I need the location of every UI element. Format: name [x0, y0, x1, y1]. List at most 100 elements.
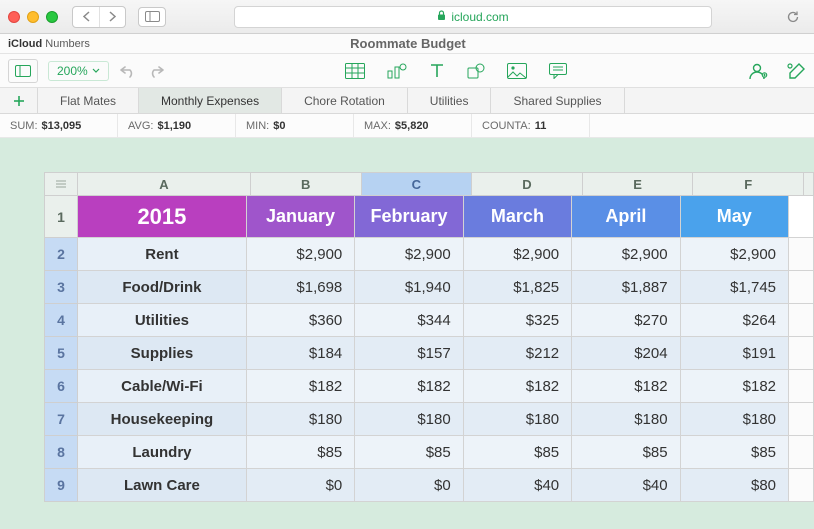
data-cell[interactable]: $1,745: [681, 271, 789, 304]
row-header[interactable]: 1: [44, 196, 78, 238]
format-panel-button[interactable]: [786, 59, 806, 83]
redo-button[interactable]: [147, 59, 165, 83]
collaborate-button[interactable]: [748, 59, 768, 83]
text-insert-button[interactable]: [429, 59, 445, 83]
media-insert-button[interactable]: [507, 59, 527, 83]
address-bar[interactable]: icloud.com: [234, 6, 712, 28]
row-header[interactable]: 3: [44, 271, 78, 304]
table-row: Laundry$85$85$85$85$85: [78, 436, 814, 469]
data-cell[interactable]: $182: [355, 370, 463, 403]
row-label-cell[interactable]: Lawn Care: [78, 469, 247, 502]
chart-insert-button[interactable]: [387, 59, 407, 83]
month-header-cell[interactable]: May: [681, 196, 789, 238]
column-header[interactable]: E: [583, 172, 694, 196]
column-headers: ABCDEF: [78, 172, 814, 196]
data-cell[interactable]: $85: [681, 436, 789, 469]
month-header-cell[interactable]: January: [247, 196, 355, 238]
month-header-cell[interactable]: February: [355, 196, 463, 238]
zoom-window-button[interactable]: [46, 11, 58, 23]
sheet-tab[interactable]: Utilities: [408, 88, 492, 113]
data-cell[interactable]: $180: [572, 403, 680, 436]
row-label-cell[interactable]: Utilities: [78, 304, 247, 337]
data-cell[interactable]: $184: [247, 337, 355, 370]
column-header[interactable]: F: [693, 172, 804, 196]
row-label-cell[interactable]: Supplies: [78, 337, 247, 370]
row-label-cell[interactable]: Food/Drink: [78, 271, 247, 304]
data-cell[interactable]: $182: [247, 370, 355, 403]
column-header[interactable]: D: [472, 172, 583, 196]
sheet-tab[interactable]: Shared Supplies: [491, 88, 624, 113]
undo-button[interactable]: [119, 59, 137, 83]
row-header[interactable]: 7: [44, 403, 78, 436]
data-cell[interactable]: $1,940: [355, 271, 463, 304]
shape-insert-button[interactable]: [467, 59, 485, 83]
data-cell[interactable]: $180: [464, 403, 572, 436]
column-header[interactable]: C: [362, 172, 473, 196]
data-cell[interactable]: $1,887: [572, 271, 680, 304]
data-cell[interactable]: $264: [681, 304, 789, 337]
sidebar-toggle-button[interactable]: [138, 7, 166, 27]
minimize-window-button[interactable]: [27, 11, 39, 23]
data-cell[interactable]: $325: [464, 304, 572, 337]
data-cell[interactable]: $360: [247, 304, 355, 337]
cell-stub: [789, 370, 814, 403]
data-cell[interactable]: $204: [572, 337, 680, 370]
data-cell[interactable]: $180: [681, 403, 789, 436]
data-cell[interactable]: $85: [572, 436, 680, 469]
data-cell[interactable]: $1,825: [464, 271, 572, 304]
forward-button[interactable]: [99, 7, 125, 27]
sheet-canvas[interactable]: ABCDEF 123456789 2015JanuaryFebruaryMarc…: [0, 138, 814, 529]
data-cell[interactable]: $157: [355, 337, 463, 370]
column-header[interactable]: B: [251, 172, 362, 196]
zoom-select[interactable]: 200%: [48, 61, 109, 81]
data-cell[interactable]: $80: [681, 469, 789, 502]
data-cell[interactable]: $85: [355, 436, 463, 469]
row-header[interactable]: 9: [44, 469, 78, 502]
comment-insert-button[interactable]: [549, 59, 567, 83]
column-header[interactable]: A: [78, 172, 251, 196]
row-label-cell[interactable]: Rent: [78, 238, 247, 271]
data-cell[interactable]: $40: [464, 469, 572, 502]
data-cell[interactable]: $0: [355, 469, 463, 502]
row-header[interactable]: 5: [44, 337, 78, 370]
data-cell[interactable]: $191: [681, 337, 789, 370]
reload-button[interactable]: [780, 7, 806, 27]
close-window-button[interactable]: [8, 11, 20, 23]
data-cell[interactable]: $182: [681, 370, 789, 403]
data-cell[interactable]: $180: [355, 403, 463, 436]
row-header[interactable]: 8: [44, 436, 78, 469]
data-cell[interactable]: $270: [572, 304, 680, 337]
data-cell[interactable]: $2,900: [355, 238, 463, 271]
sheet-tab[interactable]: Monthly Expenses: [139, 88, 282, 113]
month-header-cell[interactable]: April: [572, 196, 680, 238]
data-cell[interactable]: $212: [464, 337, 572, 370]
row-header[interactable]: 4: [44, 304, 78, 337]
data-cell[interactable]: $1,698: [247, 271, 355, 304]
row-header[interactable]: 2: [44, 238, 78, 271]
select-all-corner[interactable]: [44, 172, 78, 196]
data-cell[interactable]: $344: [355, 304, 463, 337]
back-button[interactable]: [73, 7, 99, 27]
row-label-cell[interactable]: Cable/Wi-Fi: [78, 370, 247, 403]
data-cell[interactable]: $2,900: [572, 238, 680, 271]
row-header[interactable]: 6: [44, 370, 78, 403]
row-label-cell[interactable]: Laundry: [78, 436, 247, 469]
data-cell[interactable]: $180: [247, 403, 355, 436]
row-label-cell[interactable]: Housekeeping: [78, 403, 247, 436]
month-header-cell[interactable]: March: [464, 196, 572, 238]
data-cell[interactable]: $85: [247, 436, 355, 469]
year-cell[interactable]: 2015: [78, 196, 247, 238]
data-cell[interactable]: $182: [572, 370, 680, 403]
table-insert-button[interactable]: [345, 59, 365, 83]
data-cell[interactable]: $2,900: [464, 238, 572, 271]
sheet-tab[interactable]: Flat Mates: [38, 88, 139, 113]
data-cell[interactable]: $40: [572, 469, 680, 502]
data-cell[interactable]: $2,900: [681, 238, 789, 271]
view-options-button[interactable]: [8, 59, 38, 83]
data-cell[interactable]: $182: [464, 370, 572, 403]
add-sheet-button[interactable]: [0, 88, 38, 113]
data-cell[interactable]: $2,900: [247, 238, 355, 271]
data-cell[interactable]: $85: [464, 436, 572, 469]
data-cell[interactable]: $0: [247, 469, 355, 502]
sheet-tab[interactable]: Chore Rotation: [282, 88, 408, 113]
